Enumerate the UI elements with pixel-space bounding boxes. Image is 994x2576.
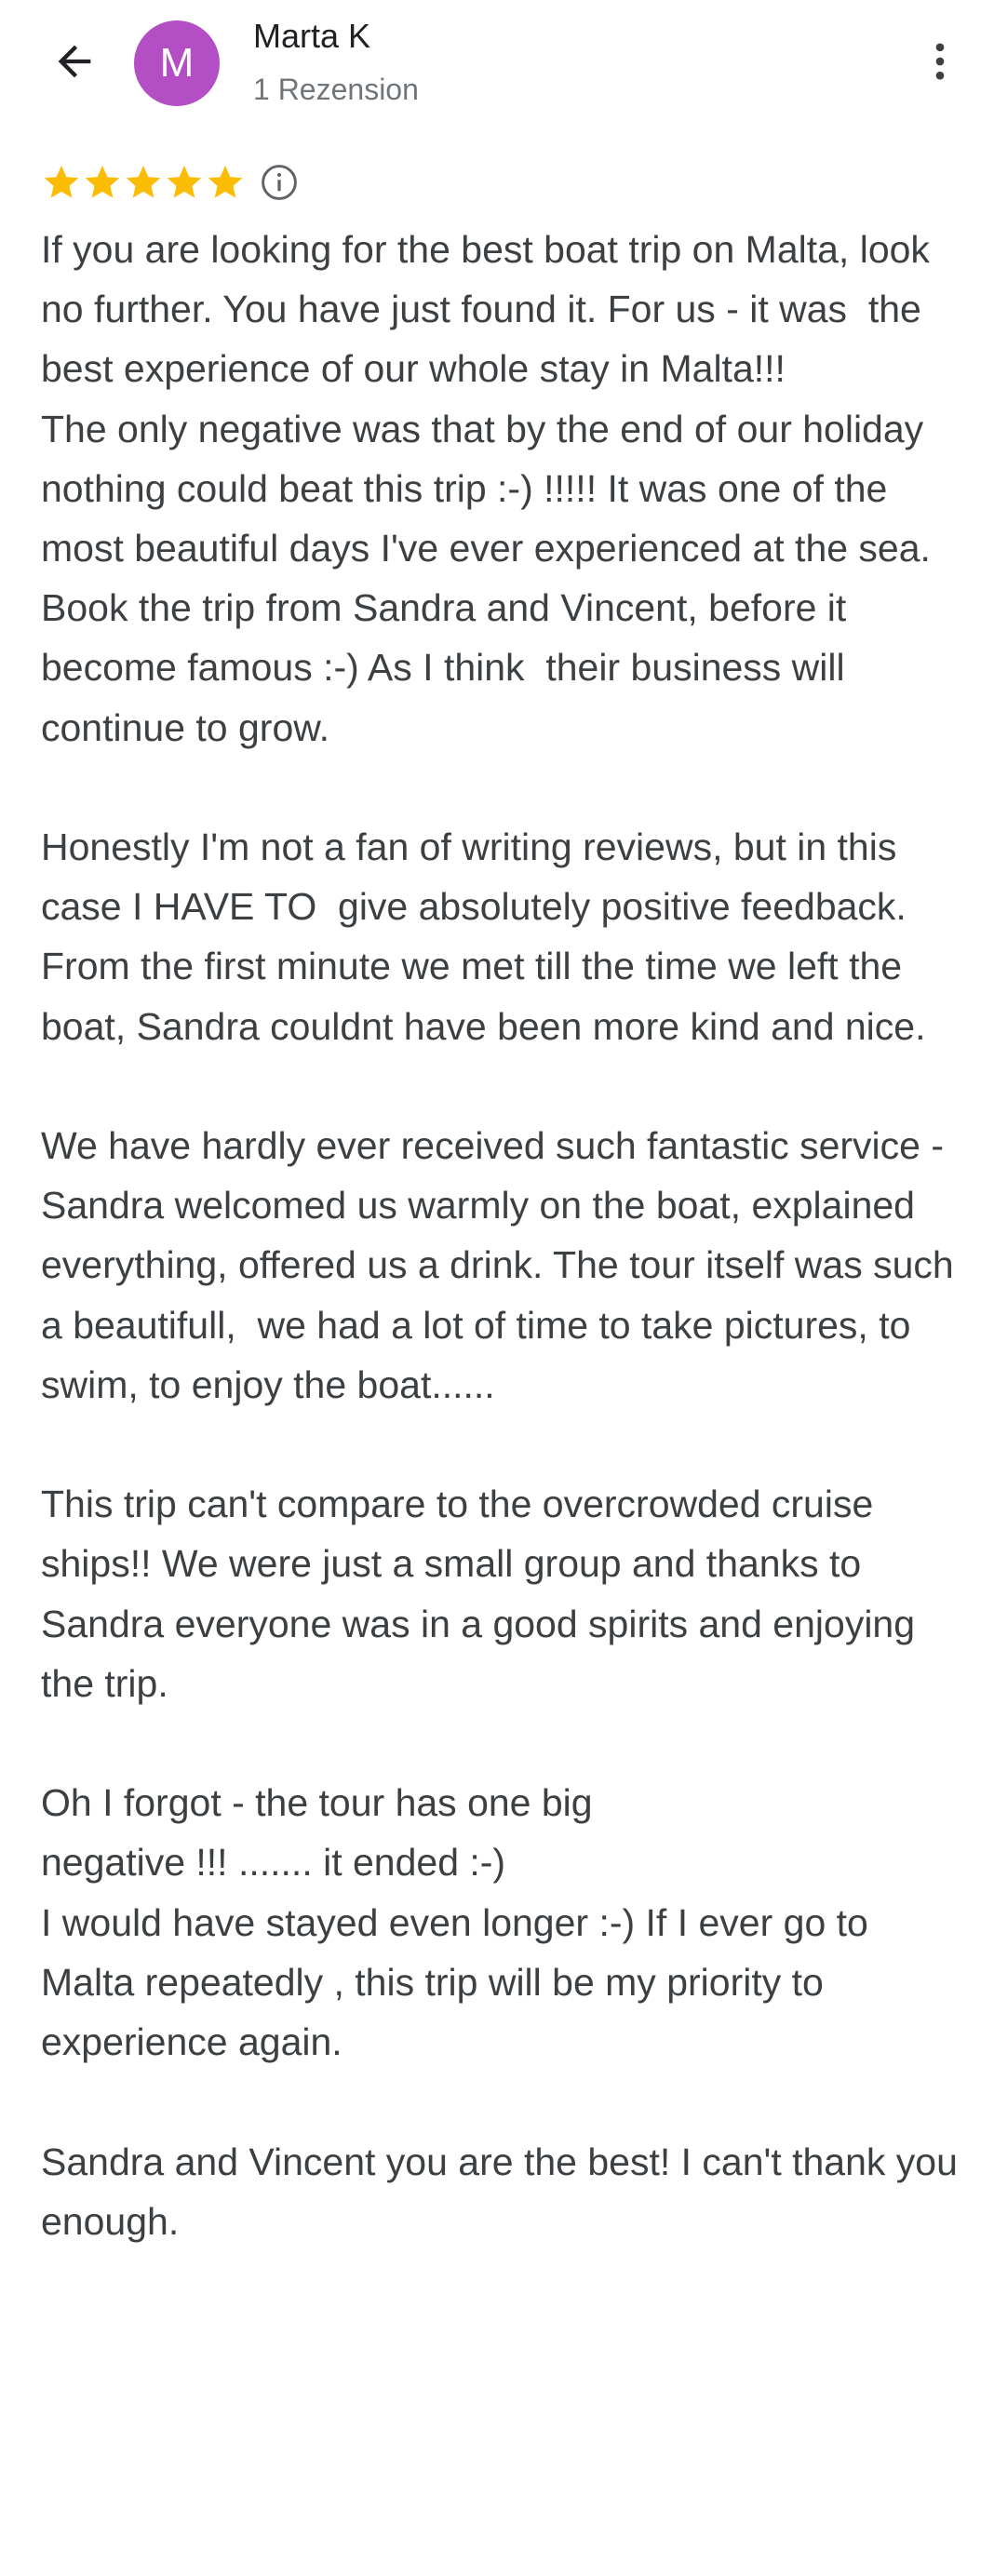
review-text: If you are looking for the best boat tri… — [41, 228, 958, 2243]
star-icon — [126, 166, 161, 198]
stars-container — [41, 162, 246, 203]
avatar-letter: M — [159, 40, 195, 86]
review-header: M Marta K 1 Rezension — [0, 0, 994, 130]
avatar[interactable]: M — [134, 20, 220, 106]
star-icon — [167, 166, 202, 198]
star-rating — [41, 160, 300, 205]
star-icon — [44, 166, 79, 198]
back-button[interactable] — [41, 28, 108, 95]
author-name[interactable]: Marta K — [253, 17, 370, 56]
info-icon[interactable] — [259, 162, 300, 203]
star-icon — [85, 166, 120, 198]
more-options-button[interactable] — [907, 28, 974, 95]
star-icon — [208, 166, 243, 198]
arrow-left-icon — [58, 45, 91, 78]
more-vert-icon — [935, 43, 945, 80]
review-count: 1 Rezension — [253, 73, 419, 106]
